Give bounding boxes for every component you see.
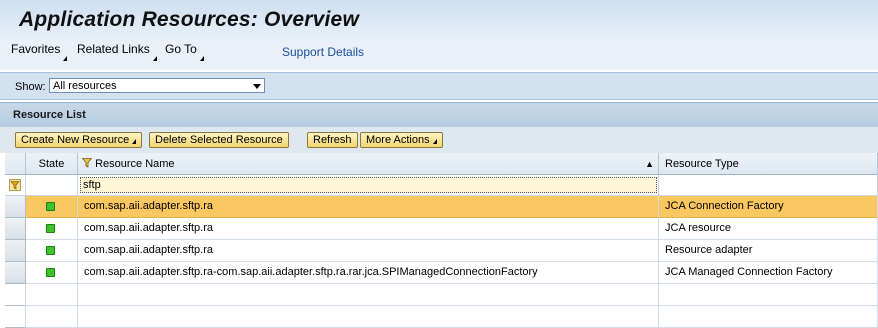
select-all-header[interactable] [5,153,26,175]
resource-type-header-label: Resource Type [665,158,739,170]
related-links-menu[interactable]: Related Links [77,42,157,61]
show-dropdown-value: All resources [53,80,117,92]
column-header-resource-name[interactable]: Resource Name ▲ [78,153,659,175]
empty-row-selector [5,306,26,328]
filter-toggle-cell[interactable] [5,175,26,196]
sort-icon[interactable]: ▲ [645,153,654,175]
resource-type-cell: Resource adapter [659,240,878,262]
filter-icon [81,158,93,168]
state-filter-cell[interactable] [26,175,78,196]
show-label: Show: [15,81,46,93]
menu-triangle-icon [63,56,68,61]
empty-cell [659,306,878,328]
table-row[interactable]: com.sap.aii.adapter.sftp.ra-com.sap.aii.… [5,262,878,284]
state-cell [26,262,78,284]
empty-row-selector [5,284,26,306]
resource-name-cell: com.sap.aii.adapter.sftp.ra [78,218,659,240]
status-green-icon [46,224,55,233]
chevron-down-icon [253,84,261,89]
delete-selected-resource-label: Delete Selected Resource [155,134,283,146]
filter-icon[interactable] [9,179,21,191]
create-new-resource-label: Create New Resource [21,134,130,146]
favorites-menu[interactable]: Favorites [11,42,68,61]
state-header-label: State [38,158,65,170]
resource-name-cell: com.sap.aii.adapter.sftp.ra [78,240,659,262]
menu-triangle-icon [152,56,157,61]
status-green-icon [46,268,55,277]
empty-cell [78,306,659,328]
more-actions-button[interactable]: More Actions [360,132,443,148]
resource-list-title: Resource List [13,109,86,121]
resource-name-header-label: Resource Name [95,158,175,170]
state-cell [26,196,78,218]
table-row[interactable]: com.sap.aii.adapter.sftp.ra JCA Connecti… [5,196,878,218]
menu-triangle-icon [432,139,437,144]
menu-triangle-icon [132,139,137,144]
empty-table-row [5,306,878,328]
support-details-link[interactable]: Support Details [282,45,364,59]
navigation-bar: Favorites Related Links Go To Support De… [0,36,878,70]
empty-cell [78,284,659,306]
table-row[interactable]: com.sap.aii.adapter.sftp.ra Resource ada… [5,240,878,262]
state-cell [26,240,78,262]
empty-table-row [5,284,878,306]
delete-selected-resource-button[interactable]: Delete Selected Resource [149,132,289,148]
resource-name-filter-input[interactable] [80,177,657,193]
refresh-label: Refresh [313,134,352,146]
row-selector[interactable] [5,262,26,284]
show-filter-bar: Show: All resources [0,72,878,100]
menu-triangle-icon [199,56,204,61]
empty-cell [26,306,78,328]
empty-cell [26,284,78,306]
status-green-icon [46,246,55,255]
column-header-resource-type[interactable]: Resource Type [659,153,878,175]
create-new-resource-button[interactable]: Create New Resource [15,132,143,148]
resource-table: State Resource Name ▲ Resource Type com.… [5,153,878,328]
title-bar: Application Resources: Overview [0,0,878,36]
go-to-label: Go To [165,42,197,56]
page-title: Application Resources: Overview [19,8,359,31]
resource-name-filter-cell [78,175,659,196]
state-cell [26,218,78,240]
resource-type-cell: JCA Managed Connection Factory [659,262,878,284]
row-selector[interactable] [5,218,26,240]
empty-cell [659,284,878,306]
resource-list-header: Resource List [0,102,878,127]
row-selector[interactable] [5,240,26,262]
resource-name-cell: com.sap.aii.adapter.sftp.ra [78,196,659,218]
resource-type-cell: JCA Connection Factory [659,196,878,218]
resource-toolbar: Create New Resource Delete Selected Reso… [0,127,878,153]
resource-type-cell: JCA resource [659,218,878,240]
resource-name-cell: com.sap.aii.adapter.sftp.ra-com.sap.aii.… [78,262,659,284]
row-selector[interactable] [5,196,26,218]
resource-type-filter-cell[interactable] [659,175,878,196]
more-actions-label: More Actions [366,134,430,146]
refresh-button[interactable]: Refresh [307,132,358,148]
related-links-label: Related Links [77,42,150,56]
column-header-state[interactable]: State [26,153,78,175]
table-row[interactable]: com.sap.aii.adapter.sftp.ra JCA resource [5,218,878,240]
status-green-icon [46,202,55,211]
go-to-menu[interactable]: Go To [165,42,204,61]
show-dropdown[interactable]: All resources [49,78,265,93]
favorites-label: Favorites [11,42,61,56]
